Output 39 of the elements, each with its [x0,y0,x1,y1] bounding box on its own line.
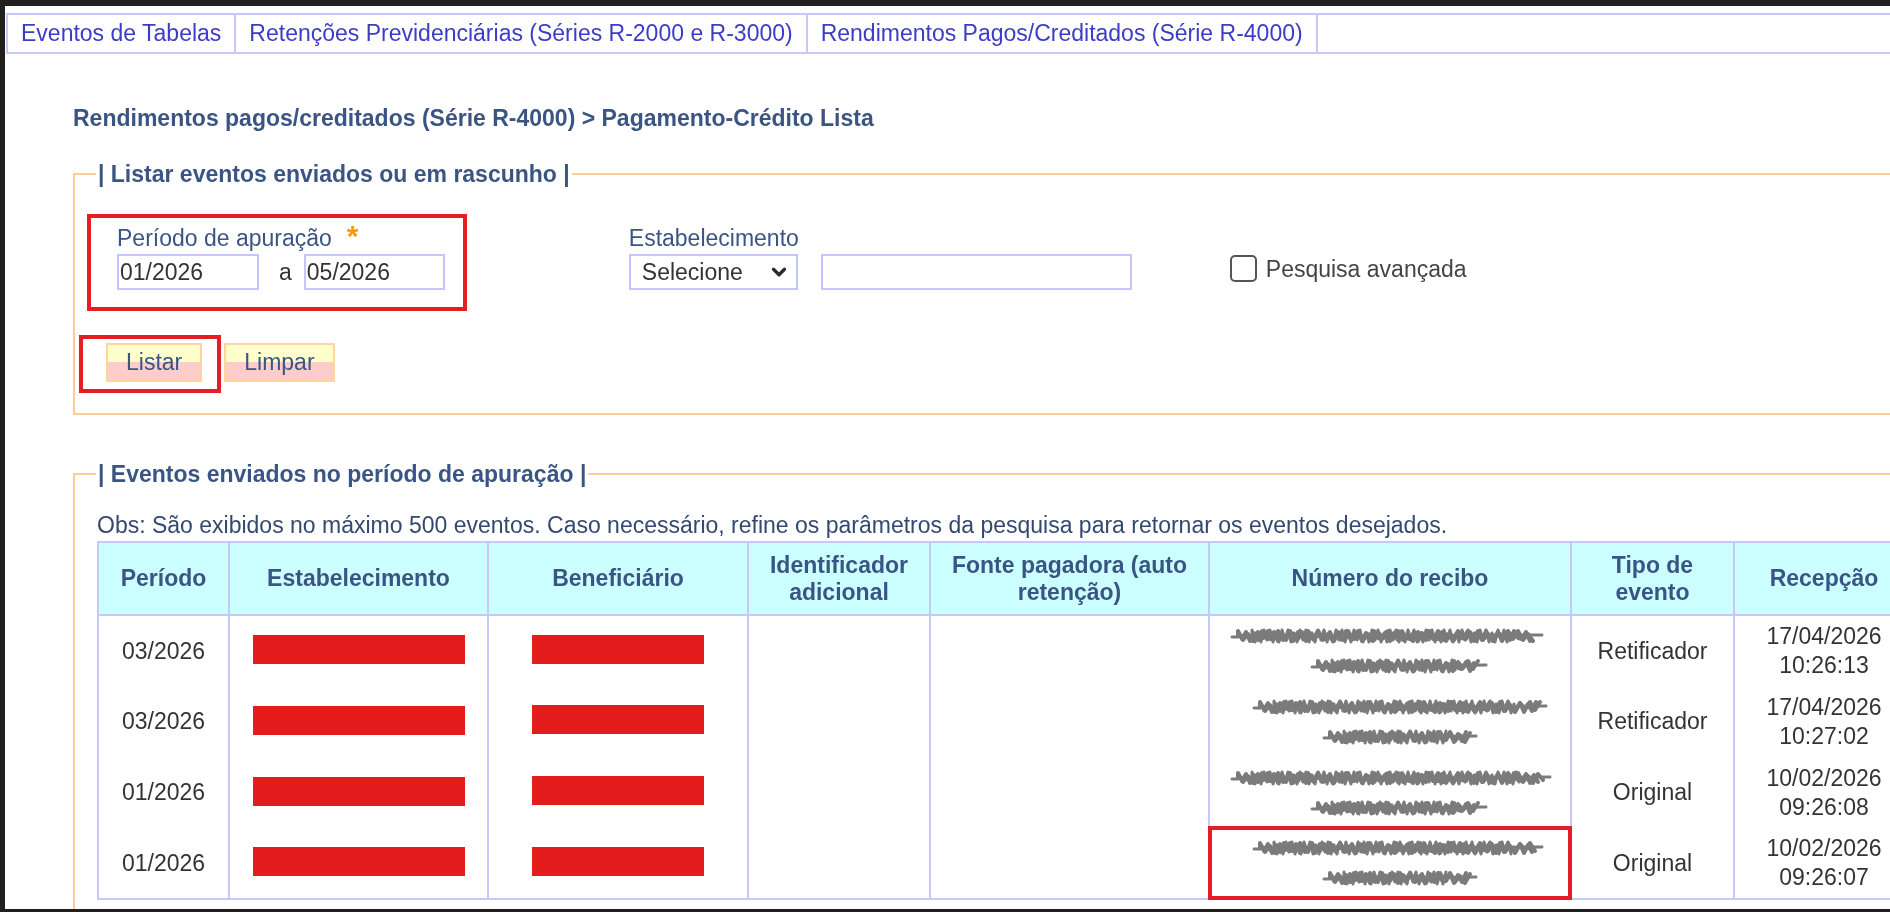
column-header: Beneficiário [488,542,748,615]
checkbox-label: Pesquisa avançada [1265,255,1467,282]
required-mark: * [346,219,359,252]
tab[interactable]: Rendimentos Pagos/Creditados (Série R-4000) [807,15,1318,52]
table-cell: 17/04/2026 10:27:02 [1734,686,1890,757]
column-header: Fonte pagadora (auto retenção) [930,542,1209,615]
period-end-field[interactable]: 05/2026 [303,254,445,290]
column-header: Recepção [1734,542,1890,615]
table-cell: 01/2026 [98,757,229,828]
column-header: Período [98,542,229,615]
range-separator: a [279,258,292,286]
action-button[interactable]: Limpar [224,343,335,382]
table-cell: 03/2026 [98,686,229,757]
table-cell: Retificador [1571,615,1734,686]
table-cell: 10/02/2026 09:26:07 [1734,828,1890,899]
column-header: Tipo de evento [1571,542,1734,615]
table-cell: 01/2026 [98,828,229,899]
panel-legend: | Listar eventos enviados ou em rascunho | [96,160,572,188]
field-label: Estabelecimento [628,225,799,251]
tab[interactable]: Eventos de Tabelas [6,15,237,52]
panel-legend: | Eventos enviados no período de apuração | [96,460,589,488]
table-cell: 03/2026 [98,615,229,686]
note-text: Obs: São exibidos no máximo 500 eventos. Caso necessário, refine os parâmetros da pesquisa para retornar os eventos desejados. [97,512,1449,538]
checkbox[interactable] [1229,255,1257,282]
establishment-input-field[interactable] [820,254,1132,290]
table-cell: Original [1571,757,1734,828]
column-header: Identificador adicional [748,542,930,615]
period-start-field[interactable]: 01/2026 [117,254,259,290]
establishment-select[interactable]: Selecione [628,254,798,290]
action-button[interactable]: Listar [106,343,203,382]
field-label: Período de apuração [117,225,332,251]
breadcrumb: Rendimentos pagos/creditados (Série R-4000) > Pagamento-Crédito Lista [73,104,875,132]
column-header: Número do recibo [1209,542,1571,615]
table-cell: 17/04/2026 10:26:13 [1734,615,1890,686]
column-header: Estabelecimento [229,542,488,615]
tab[interactable]: Retenções Previdenciárias (Séries R-2000 e R-3000) [236,15,808,52]
table-cell: 10/02/2026 09:26:08 [1734,757,1890,828]
table-cell: Original [1571,828,1734,899]
table-cell: Retificador [1571,686,1734,757]
